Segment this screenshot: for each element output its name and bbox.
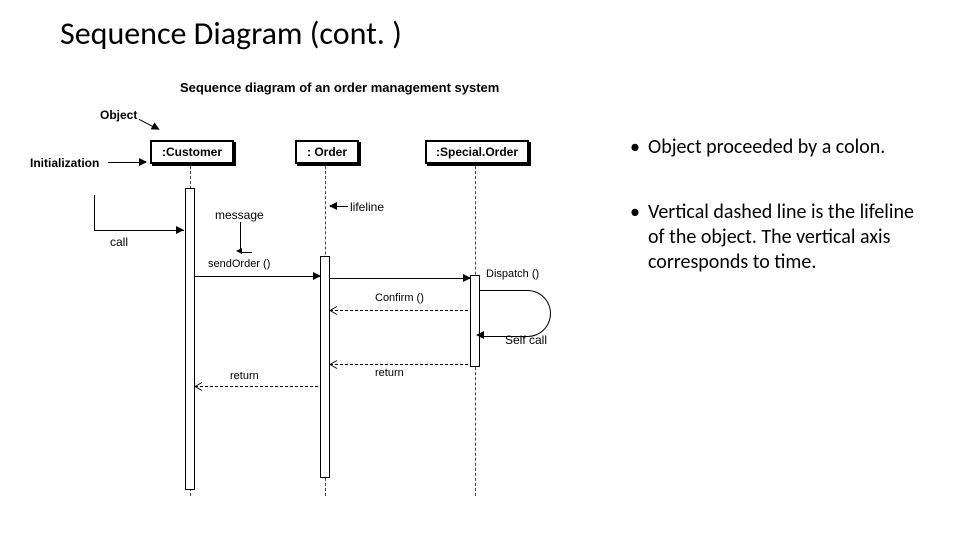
- annot-lifeline: lifeline: [350, 200, 384, 214]
- notes-list: Object proceeded by a colon. Vertical da…: [630, 135, 930, 275]
- note-bullet-2: Vertical dashed line is the lifeline of …: [630, 200, 930, 275]
- msg-dispatch: Dispatch (): [486, 268, 539, 280]
- notes-panel: Object proceeded by a colon. Vertical da…: [630, 135, 930, 315]
- object-special-order: :Special.Order: [425, 140, 529, 164]
- annot-call: call: [110, 235, 128, 249]
- activation-special-order: [470, 275, 480, 367]
- note-bullet-1: Object proceeded by a colon.: [630, 135, 930, 160]
- arrow-object: [139, 119, 158, 129]
- diagram-heading: Sequence diagram of an order management …: [180, 80, 499, 95]
- msg-sendorder: sendOrder (): [208, 258, 270, 270]
- slide-title: Sequence Diagram (cont. ): [60, 14, 402, 53]
- annot-init: Initialization: [30, 156, 99, 170]
- msg-return1: return: [230, 370, 259, 382]
- slide-root: Sequence Diagram (cont. ) Sequence diagr…: [0, 0, 960, 540]
- annot-object: Object: [100, 108, 137, 122]
- msg-return2: return: [375, 367, 404, 379]
- annot-message: message: [215, 208, 264, 222]
- object-order: : Order: [295, 140, 359, 164]
- activation-order: [320, 256, 330, 478]
- sequence-diagram: Sequence diagram of an order management …: [30, 80, 610, 520]
- annot-selfcall: Self call: [505, 333, 547, 347]
- msg-confirm: Confirm (): [375, 292, 424, 304]
- object-customer: :Customer: [150, 140, 234, 164]
